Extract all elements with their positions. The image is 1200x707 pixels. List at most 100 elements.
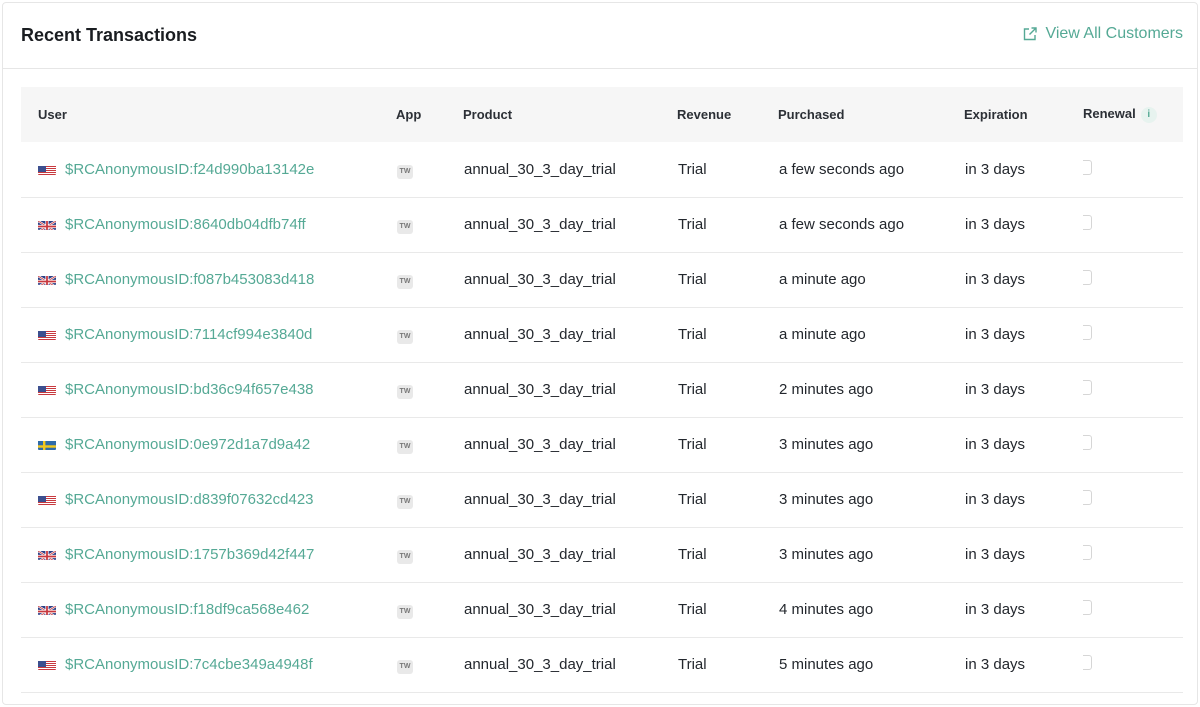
renewal-checkbox[interactable] [1083, 600, 1092, 615]
user-link[interactable]: $RCAnonymousID:f18df9ca568e462 [65, 601, 309, 618]
product-cell: annual_30_3_day_trial [464, 601, 616, 618]
app-badge: TW [397, 605, 413, 619]
revenue-cell: Trial [678, 326, 707, 343]
revenue-cell: Trial [678, 491, 707, 508]
product-cell: annual_30_3_day_trial [464, 436, 616, 453]
user-link[interactable]: $RCAnonymousID:8640db04dfb74ff [65, 216, 306, 233]
renewal-checkbox[interactable] [1083, 380, 1092, 395]
expiration-cell: in 3 days [965, 326, 1026, 343]
app-badge: TW [397, 275, 413, 289]
revenue-cell: Trial [678, 216, 707, 233]
uk-flag-icon [38, 219, 56, 230]
revenue-cell: Trial [678, 546, 707, 563]
product-cell: annual_30_3_day_trial [464, 381, 616, 398]
app-badge: TW [397, 440, 413, 454]
user-link[interactable]: $RCAnonymousID:0e972d1a7d9a42 [65, 436, 310, 453]
user-link[interactable]: $RCAnonymousID:f087b453083d418 [65, 271, 314, 288]
product-cell: annual_30_3_day_trial [464, 216, 616, 233]
app-badge: TW [397, 385, 413, 399]
renewal-checkbox[interactable] [1083, 655, 1092, 670]
view-all-label: View All Customers [1045, 25, 1183, 42]
column-header-product: Product [463, 107, 513, 122]
product-cell: annual_30_3_day_trial [464, 326, 616, 343]
uk-flag-icon [38, 604, 56, 615]
expiration-cell: in 3 days [965, 436, 1026, 453]
table-row: $RCAnonymousID:d839f07632cd423 TW annual… [21, 472, 1183, 527]
revenue-cell: Trial [678, 436, 707, 453]
purchased-cell: a minute ago [779, 326, 866, 343]
purchased-cell: 4 minutes ago [779, 601, 874, 618]
view-all-customers-link[interactable]: View All Customers [1022, 25, 1183, 43]
renewal-checkbox[interactable] [1083, 435, 1092, 450]
table-row: $RCAnonymousID:7114cf994e3840d TW annual… [21, 307, 1183, 362]
table-row: $RCAnonymousID:f087b453083d418 TW annual… [21, 252, 1183, 307]
table-row: $RCAnonymousID:f24d990ba13142e TW annual… [21, 142, 1183, 197]
renewal-checkbox[interactable] [1083, 270, 1092, 285]
user-link[interactable]: $RCAnonymousID:bd36c94f657e438 [65, 381, 314, 398]
info-icon[interactable]: i [1140, 106, 1157, 123]
expiration-cell: in 3 days [965, 491, 1026, 508]
card-title: Recent Transactions [21, 25, 198, 45]
us-flag-icon [38, 329, 56, 340]
us-flag-icon [38, 659, 56, 670]
column-header-app: App [396, 107, 422, 122]
product-cell: annual_30_3_day_trial [464, 656, 616, 673]
table-body: $RCAnonymousID:f24d990ba13142e TW annual… [21, 142, 1183, 692]
renewal-checkbox[interactable] [1083, 490, 1092, 505]
renewal-header-label: Renewal [1083, 106, 1136, 122]
column-header-expiration: Expiration [964, 107, 1028, 122]
expiration-cell: in 3 days [965, 546, 1026, 563]
column-header-revenue: Revenue [677, 107, 732, 122]
table-header-row: User App Product Revenue Purchased Expir… [21, 87, 1183, 142]
expiration-cell: in 3 days [965, 216, 1026, 233]
purchased-cell: 5 minutes ago [779, 656, 874, 673]
us-flag-icon [38, 164, 56, 175]
sweden-flag-icon [38, 439, 56, 450]
column-header-purchased: Purchased [778, 107, 845, 122]
table-row: $RCAnonymousID:7c4cbe349a4948f TW annual… [21, 637, 1183, 692]
purchased-cell: a few seconds ago [779, 160, 905, 178]
app-badge: TW [397, 330, 413, 344]
app-badge: TW [397, 550, 413, 564]
purchased-cell: 3 minutes ago [779, 491, 874, 508]
app-badge: TW [397, 660, 413, 674]
recent-transactions-card: Recent Transactions View All Customers U… [2, 2, 1198, 705]
expiration-cell: in 3 days [965, 381, 1026, 398]
user-link[interactable]: $RCAnonymousID:7c4cbe349a4948f [65, 656, 313, 673]
user-link[interactable]: $RCAnonymousID:7114cf994e3840d [65, 326, 312, 343]
expiration-cell: in 3 days [965, 601, 1026, 618]
user-link[interactable]: $RCAnonymousID:d839f07632cd423 [65, 491, 314, 508]
product-cell: annual_30_3_day_trial [464, 491, 616, 508]
app-badge: TW [397, 164, 413, 179]
purchased-cell: a few seconds ago [779, 216, 905, 233]
table-row: $RCAnonymousID:0e972d1a7d9a42 TW annual_… [21, 417, 1183, 472]
app-badge: TW [397, 495, 413, 509]
user-link[interactable]: $RCAnonymousID:1757b369d42f447 [65, 546, 314, 563]
transactions-table: User App Product Revenue Purchased Expir… [21, 87, 1183, 693]
revenue-cell: Trial [678, 271, 707, 288]
purchased-cell: 3 minutes ago [779, 436, 874, 453]
expiration-cell: in 3 days [965, 271, 1026, 288]
product-cell: annual_30_3_day_trial [464, 546, 616, 563]
table-row: $RCAnonymousID:f18df9ca568e462 TW annual… [21, 582, 1183, 637]
us-flag-icon [38, 494, 56, 505]
user-link[interactable]: $RCAnonymousID:f24d990ba13142e [65, 161, 314, 178]
table-row: $RCAnonymousID:1757b369d42f447 TW annual… [21, 527, 1183, 582]
renewal-checkbox[interactable] [1083, 215, 1092, 230]
renewal-checkbox[interactable] [1083, 159, 1092, 175]
app-badge: TW [397, 220, 413, 234]
table-row: $RCAnonymousID:8640db04dfb74ff TW annual… [21, 197, 1183, 252]
product-cell: annual_30_3_day_trial [464, 271, 616, 288]
column-header-renewal: Renewal i [1083, 87, 1183, 142]
revenue-cell: Trial [678, 601, 707, 618]
revenue-cell: Trial [678, 381, 707, 398]
external-link-icon [1024, 27, 1038, 41]
revenue-cell: Trial [678, 656, 707, 673]
purchased-cell: 2 minutes ago [779, 381, 874, 398]
revenue-cell: Trial [678, 160, 707, 178]
renewal-checkbox[interactable] [1083, 325, 1092, 340]
renewal-checkbox[interactable] [1083, 545, 1092, 560]
purchased-cell: 3 minutes ago [779, 546, 874, 563]
table-row: $RCAnonymousID:bd36c94f657e438 TW annual… [21, 362, 1183, 417]
expiration-cell: in 3 days [965, 160, 1026, 178]
